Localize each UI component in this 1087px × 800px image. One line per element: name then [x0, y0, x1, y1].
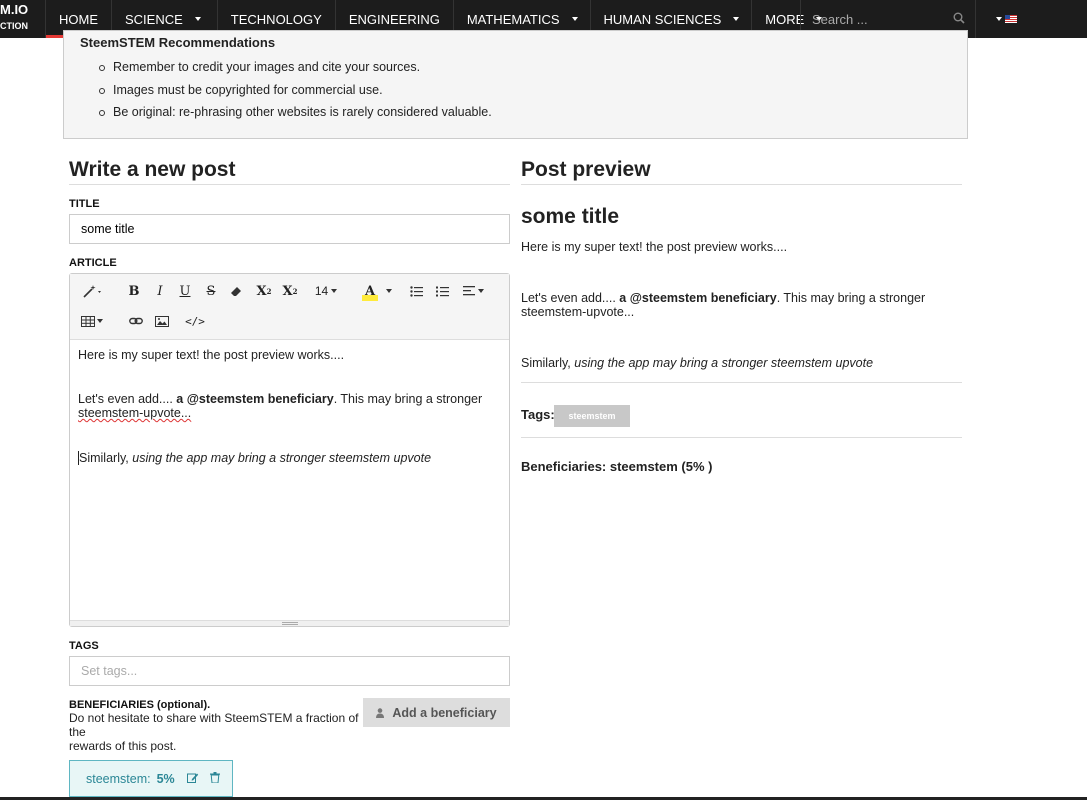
user-icon: [376, 707, 385, 718]
beneficiary-chip: steemstem: 5%: [69, 760, 233, 797]
table-icon[interactable]: [80, 311, 104, 331]
preview-beneficiaries: Beneficiaries: steemstem (5% ): [521, 459, 713, 474]
edit-icon[interactable]: [186, 772, 199, 786]
post-preview-heading: Post preview: [521, 158, 962, 185]
preview-divider: [521, 382, 962, 383]
code-view-icon[interactable]: </>: [184, 311, 206, 331]
recommendation-item: Be original: re-phrasing other websites …: [99, 105, 492, 128]
magic-wand-icon[interactable]: [80, 281, 106, 301]
brand-line-1: M.IO: [0, 2, 29, 17]
nav-more-label: MORE: [765, 11, 805, 27]
beneficiary-name: steemstem:: [86, 771, 151, 786]
preview-line-4: Similarly, using the app may bring a str…: [521, 356, 874, 370]
brand-line-2: CTION: [0, 21, 28, 31]
search-input[interactable]: [812, 11, 942, 27]
nav-home-label: HOME: [59, 11, 98, 27]
chevron-down-icon[interactable]: [384, 281, 394, 301]
add-beneficiary-button[interactable]: Add a beneficiary: [363, 698, 510, 727]
preview-divider: [521, 437, 962, 438]
trash-icon[interactable]: [209, 771, 220, 786]
recommendation-item: Remember to credit your images and cite …: [99, 60, 492, 83]
strikethrough-icon[interactable]: S: [203, 281, 219, 301]
editor-line-4: Similarly, using the app may bring a str…: [78, 451, 432, 465]
recommendation-item: Images must be copyrighted for commercia…: [99, 83, 492, 106]
nav-science-label: SCIENCE: [125, 11, 183, 27]
preview-tags-label: Tags:: [521, 407, 555, 422]
chevron-down-icon: [571, 17, 578, 21]
write-post-heading: Write a new post: [69, 158, 510, 185]
beneficiaries-label: BENEFICIARIES (optional).: [69, 699, 211, 711]
search-icon[interactable]: [953, 11, 965, 29]
font-size-dropdown[interactable]: 14: [312, 281, 340, 301]
nav-engineering-label: ENGINEERING: [348, 11, 440, 27]
tags-label: TAGS: [69, 640, 99, 652]
beneficiary-percent: 5%: [156, 771, 175, 786]
italic-icon[interactable]: I: [152, 281, 168, 301]
site-logo[interactable]: M.IO CTION: [0, 0, 45, 38]
recommendations-panel: SteemSTEM Recommendations Remember to cr…: [63, 30, 968, 139]
image-icon[interactable]: [153, 311, 171, 331]
chevron-down-icon: [194, 17, 201, 21]
paragraph-align-icon[interactable]: [461, 281, 485, 301]
nav-human-sciences-label: HUMAN SCIENCES: [603, 11, 722, 27]
text-color-icon[interactable]: A: [362, 281, 378, 301]
article-editor: B I U S X2 X2 14 A </> Here is my super …: [69, 273, 510, 627]
article-label: ARTICLE: [69, 257, 117, 269]
tags-input[interactable]: [69, 656, 510, 686]
nav-mathematics-label: MATHEMATICS: [466, 11, 560, 27]
font-size-value: 14: [314, 284, 329, 298]
recommendations-title: SteemSTEM Recommendations: [80, 35, 276, 50]
beneficiaries-help: Do not hesitate to share with SteemSTEM …: [69, 711, 359, 753]
chevron-down-icon: [733, 17, 740, 21]
numbered-list-icon[interactable]: [434, 281, 450, 301]
language-selector[interactable]: [996, 0, 1017, 38]
eraser-icon[interactable]: [228, 281, 244, 301]
nav-technology-label: TECHNOLOGY: [230, 11, 322, 27]
subscript-icon[interactable]: X2: [281, 281, 299, 301]
editor-line-2: Let's even add.... a @steemstem benefici…: [78, 392, 483, 406]
editor-toolbar: B I U S X2 X2 14 A </>: [70, 274, 509, 340]
bullet-list-icon[interactable]: [408, 281, 424, 301]
editor-line-3: steemstem-upvote...: [78, 406, 192, 420]
preview-line-2: Let's even add.... a @steemstem benefici…: [521, 291, 926, 305]
editor-line-1: Here is my super text! the post preview …: [78, 348, 345, 362]
recommendations-list: Remember to credit your images and cite …: [99, 60, 492, 128]
link-icon[interactable]: [127, 311, 145, 331]
title-label: TITLE: [69, 198, 100, 210]
chevron-down-icon: [996, 17, 1002, 21]
bold-icon[interactable]: B: [126, 281, 142, 301]
preview-tag-chip[interactable]: steemstem: [554, 405, 630, 427]
us-flag-icon: [1005, 15, 1017, 23]
title-input[interactable]: [69, 214, 510, 244]
preview-line-1: Here is my super text! the post preview …: [521, 240, 788, 254]
superscript-icon[interactable]: X2: [255, 281, 273, 301]
preview-title: some title: [521, 205, 620, 228]
add-beneficiary-label: Add a beneficiary: [392, 705, 497, 720]
chevron-down-icon: [331, 289, 338, 293]
underline-icon[interactable]: U: [177, 281, 193, 301]
preview-line-3: steemstem-upvote...: [521, 305, 635, 319]
editor-resize-handle[interactable]: [70, 620, 509, 626]
